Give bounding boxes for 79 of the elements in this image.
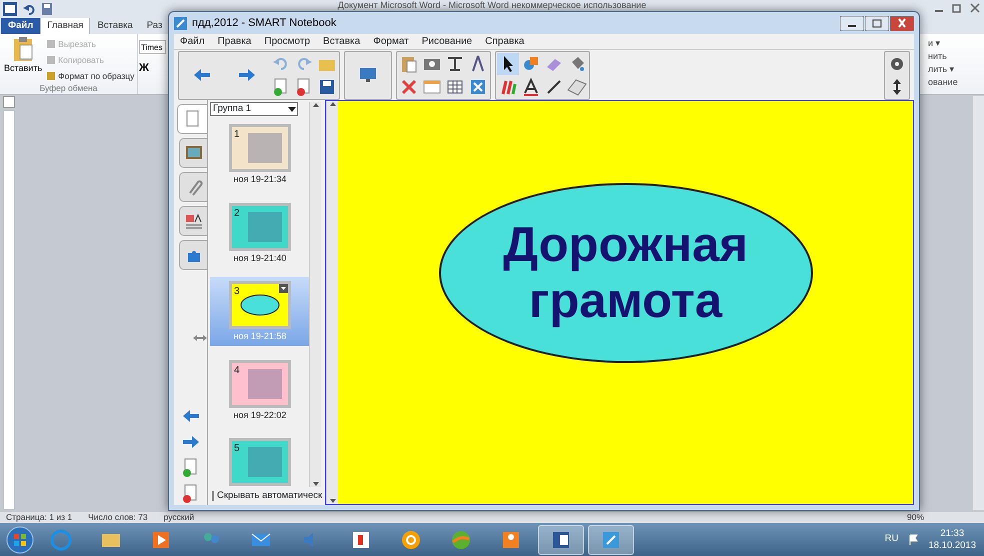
ribbon-label: и ▾	[928, 37, 942, 49]
ribbon-tab[interactable]: Раз	[140, 16, 170, 34]
menu-item[interactable]: Просмотр	[264, 34, 310, 49]
word-app-icon[interactable]	[3, 2, 17, 16]
bold-button[interactable]: Ж	[139, 60, 149, 76]
page-thumbnail[interactable]: 2 ноя 19-21:40	[210, 198, 310, 267]
gallery-tab[interactable]	[179, 138, 207, 168]
ribbon-label: лить ▾	[928, 63, 956, 75]
notebook-app-icon[interactable]	[174, 16, 187, 30]
page-number: 1	[234, 128, 240, 142]
close-icon[interactable]	[970, 2, 980, 14]
page-timestamp: ноя 19-21:58	[234, 330, 286, 343]
addons-tab[interactable]	[179, 240, 207, 270]
page-timestamp: ноя 19-21:34	[234, 173, 286, 186]
picture-placeholder	[248, 447, 282, 477]
picture-placeholder	[248, 133, 282, 163]
scroll-down-icon	[328, 498, 336, 504]
slide-title: Дорожная	[503, 216, 748, 272]
globe-icon[interactable]	[450, 528, 472, 550]
menu-item[interactable]: Правка	[218, 34, 252, 49]
scroll-up-icon	[312, 102, 320, 108]
ribbon-tab[interactable]: Вставка	[90, 16, 140, 34]
ribbon-label: нить	[928, 50, 948, 62]
clipboard-icon	[12, 36, 34, 62]
ellipse-drawing	[240, 294, 280, 316]
language-indicator[interactable]: RU	[884, 532, 898, 547]
ruler-corner-icon[interactable]	[3, 96, 15, 108]
page-menu-icon[interactable]	[279, 284, 288, 293]
close-button[interactable]	[890, 16, 914, 30]
group-dropdown[interactable]: Группа 1	[210, 102, 298, 116]
restore-icon[interactable]	[952, 2, 962, 14]
window-title: пдд,2012 - SMART Notebook	[192, 16, 336, 31]
page-thumbnail[interactable]: 4 ноя 19-22:02	[210, 356, 310, 424]
dropdown-arrow-icon	[287, 105, 297, 113]
window-title: Документ Microsoft Word - Microsoft Word некоммерческое использование	[338, 0, 646, 10]
status-text: русский	[164, 512, 194, 523]
picture-placeholder	[248, 368, 282, 398]
page-thumbnail[interactable]: 3 ноя 19-21:58	[210, 277, 310, 346]
menu-item[interactable]: Формат	[373, 34, 409, 49]
attachments-tab[interactable]	[179, 172, 207, 202]
flag-icon[interactable]	[908, 534, 918, 546]
undo-icon[interactable]	[23, 2, 35, 16]
maximize-button[interactable]	[865, 16, 889, 30]
pointer-button[interactable]	[497, 52, 519, 74]
page-number: 2	[234, 206, 240, 220]
group-label: Буфер обмена	[40, 82, 98, 94]
menu-item[interactable]: Справка	[485, 34, 524, 49]
page-timestamp: ноя 19-22:02	[234, 408, 286, 422]
paste-button[interactable]: Вставить	[4, 36, 42, 82]
status-text: 90%	[906, 512, 924, 523]
word-scrollbar[interactable]	[972, 96, 984, 510]
picture-placeholder	[248, 212, 282, 242]
status-text: Число слов: 73	[88, 512, 148, 523]
properties-tab[interactable]	[179, 206, 207, 236]
thumbnail-scrollbar[interactable]	[309, 102, 321, 487]
clock-time[interactable]: 21:33	[940, 528, 964, 540]
clock-date[interactable]: 18.10.2013	[928, 540, 976, 552]
auto-hide-checkbox[interactable]: Скрывать автоматическ	[210, 486, 321, 505]
page-timestamp: ноя 19-21:40	[234, 252, 286, 264]
slide-title: грамота	[528, 272, 722, 328]
page-thumbnail[interactable]: 1 ноя 19-21:34	[210, 120, 310, 188]
start-button[interactable]	[6, 526, 34, 554]
page-number: 3	[234, 285, 240, 299]
scroll-down-icon	[312, 480, 320, 487]
canvas-scrollbar[interactable]	[326, 101, 338, 504]
status-text: Страница: 1 из 1	[6, 512, 72, 523]
page-number: 4	[234, 364, 240, 378]
menu-item[interactable]: Рисование	[422, 34, 472, 49]
page-number: 5	[234, 442, 240, 456]
menu-item[interactable]: Файл	[180, 34, 205, 49]
font-field[interactable]: Times	[139, 40, 166, 54]
menu-item[interactable]: Вставка	[323, 34, 360, 49]
save-icon[interactable]	[41, 2, 53, 16]
page-sorter-tab[interactable]	[177, 104, 207, 134]
minimize-button[interactable]	[840, 16, 864, 30]
format-painter-button[interactable]: Формат по образцу	[46, 70, 134, 82]
at-sign-icon[interactable]	[400, 528, 422, 550]
resize-arrows-icon[interactable]	[193, 334, 207, 342]
ribbon-label: ование	[928, 76, 959, 88]
